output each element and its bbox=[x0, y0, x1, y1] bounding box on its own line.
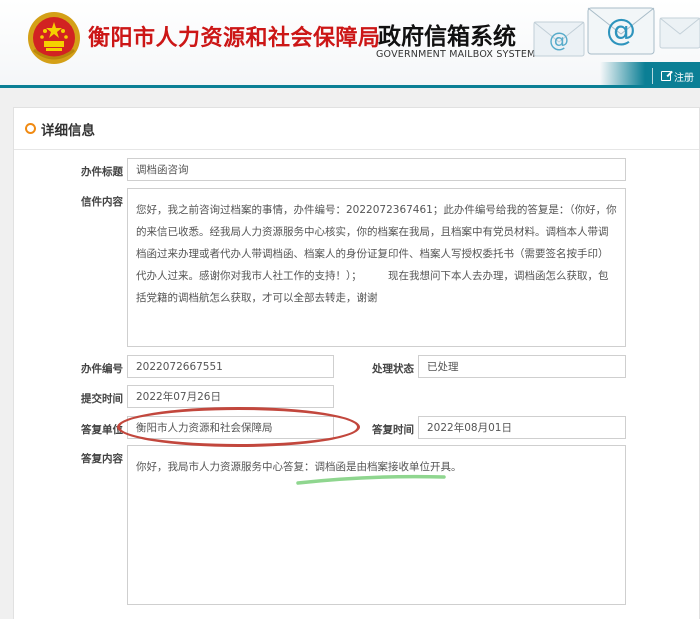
reply-time-field: 2022年08月01日 bbox=[418, 416, 626, 439]
reply-content-field: 你好，我局市人力资源服务中心答复：调档函是由档案接收单位开具。 bbox=[127, 445, 626, 605]
header-accent-bar bbox=[0, 85, 700, 88]
submit-time-field: 2022年07月26日 bbox=[127, 385, 334, 408]
status-label: 处理状态 bbox=[372, 363, 414, 375]
national-emblem-icon bbox=[28, 12, 80, 64]
subject-label: 办件标题 bbox=[81, 166, 123, 178]
system-subtitle-en: GOVERNMENT MAILBOX SYSTEM bbox=[376, 49, 536, 60]
site-title: 衡阳市人力资源和社会保障局 bbox=[88, 26, 381, 51]
circle-bullet-icon bbox=[25, 123, 36, 134]
reply-unit-field: 衡阳市人力资源和社会保障局 bbox=[127, 416, 334, 439]
register-link[interactable]: 注册 bbox=[652, 68, 694, 84]
svg-text:@: @ bbox=[606, 13, 636, 48]
reply-unit-label: 答复单位 bbox=[81, 424, 123, 436]
site-header: 衡阳市人力资源和社会保障局 政府信箱系统 GOVERNMENT MAILBOX … bbox=[0, 0, 700, 88]
svg-text:@: @ bbox=[549, 28, 569, 52]
case-no-field: 2022072667551 bbox=[127, 355, 334, 378]
subject-field: 调档函咨询 bbox=[127, 158, 626, 181]
reply-time-label: 答复时间 bbox=[372, 424, 414, 436]
status-field: 已处理 bbox=[418, 355, 626, 378]
panel-title: 详细信息 bbox=[41, 122, 95, 139]
case-no-label: 办件编号 bbox=[81, 363, 123, 375]
content-label: 信件内容 bbox=[81, 196, 123, 208]
panel-header: 详细信息 bbox=[14, 108, 699, 150]
reply-content-label: 答复内容 bbox=[81, 453, 123, 465]
edit-icon bbox=[661, 71, 671, 81]
content-field: 您好，我之前咨询过档案的事情，办件编号：2022072367461；此办件编号给… bbox=[127, 188, 626, 347]
detail-panel: 详细信息 办件标题 调档函咨询 信件内容 您好，我之前咨询过档案的事情，办件编号… bbox=[13, 107, 700, 619]
register-label: 注册 bbox=[674, 72, 694, 84]
system-title: 政府信箱系统 bbox=[378, 24, 516, 50]
submit-time-label: 提交时间 bbox=[81, 393, 123, 405]
